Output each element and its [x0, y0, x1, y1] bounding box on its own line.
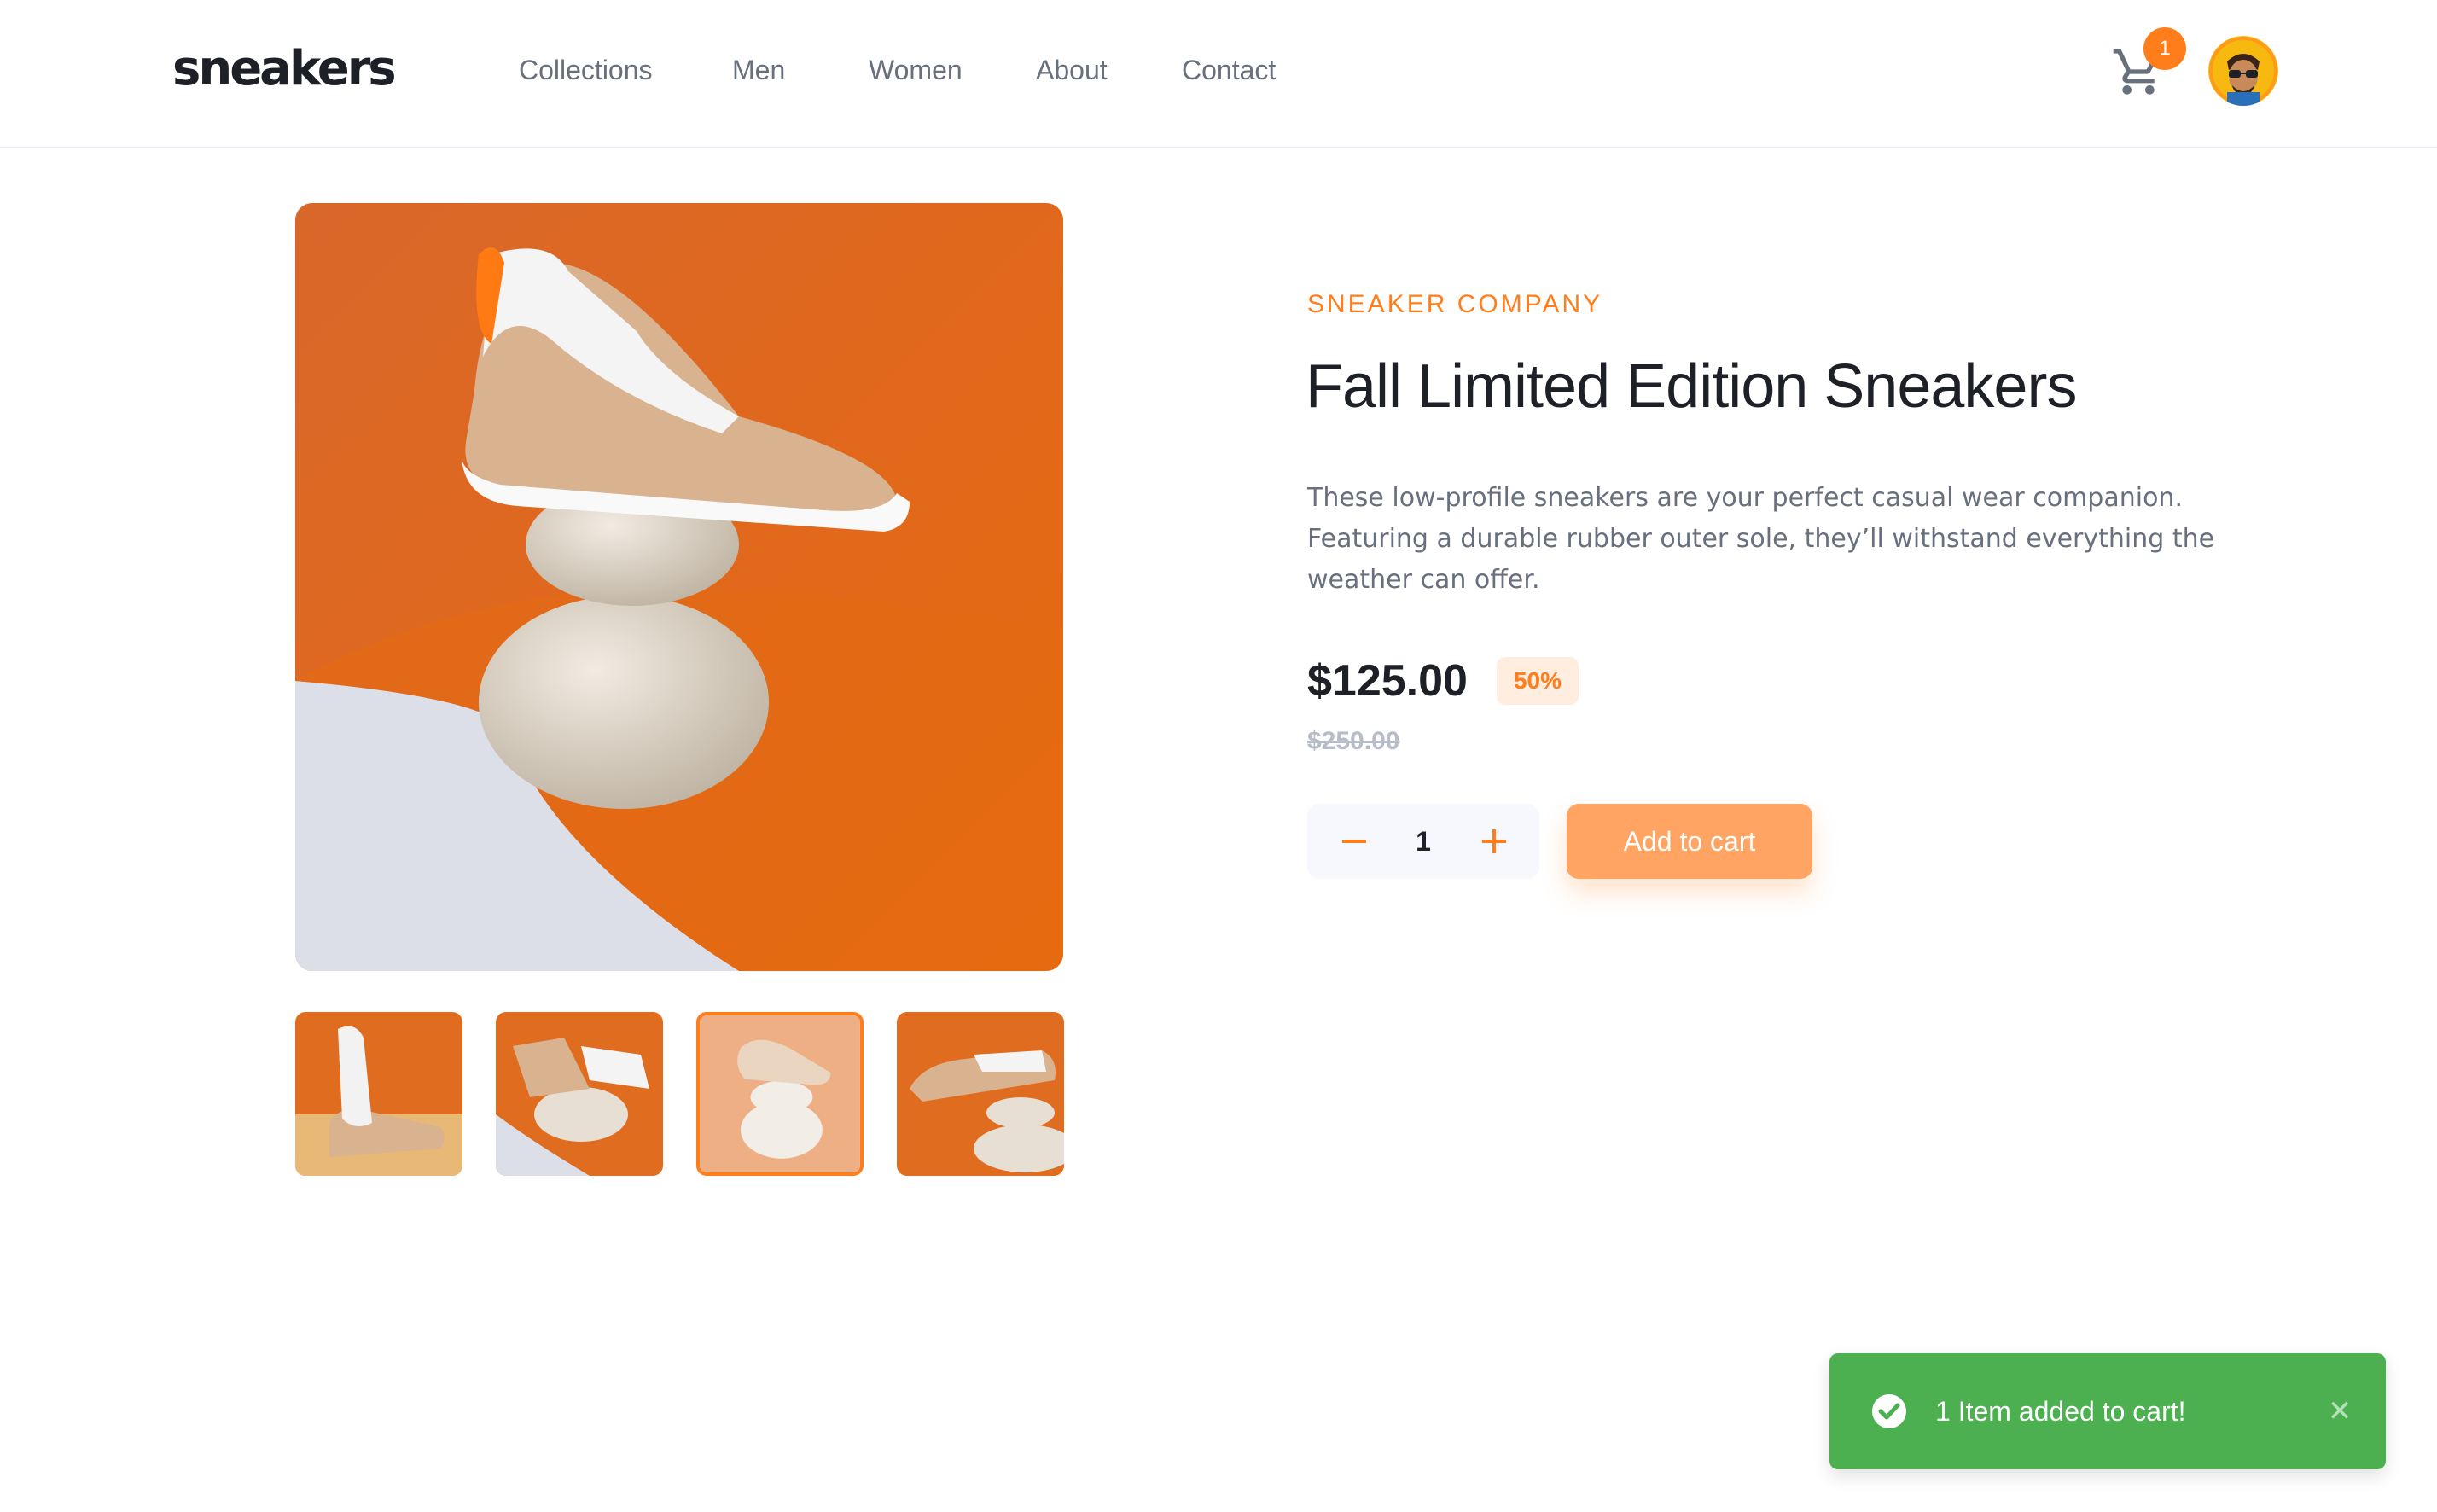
quantity-stepper: 1 — [1307, 804, 1539, 879]
original-price: $250.00 — [1307, 727, 1400, 755]
discount-badge: 50% — [1497, 657, 1579, 705]
nav-men[interactable]: Men — [732, 55, 800, 86]
close-icon[interactable]: ✕ — [2321, 1393, 2358, 1430]
thumbnail-3[interactable] — [696, 1012, 864, 1176]
product-company: SNEAKER COMPANY — [1307, 290, 1603, 318]
product-description: These low-profile sneakers are your perf… — [1307, 483, 2215, 595]
product-title: Fall Limited Edition Sneakers — [1306, 352, 2077, 421]
thumbnail-1[interactable] — [295, 1012, 462, 1176]
nav-women[interactable]: Women — [869, 55, 968, 86]
cart-count-badge: 1 — [2143, 27, 2186, 70]
toast-message: 1 Item added to cart! — [1935, 1396, 2186, 1427]
current-price: $125.00 — [1307, 656, 1468, 706]
main-nav: Collections Men Women About Contact — [519, 55, 1344, 86]
nav-collections[interactable]: Collections — [519, 55, 664, 86]
toast-notification: 1 Item added to cart! ✕ — [1829, 1353, 2386, 1469]
logo[interactable]: sneakers — [172, 41, 397, 96]
decrease-quantity-button[interactable] — [1316, 804, 1391, 879]
avatar[interactable] — [2208, 36, 2278, 106]
product-main-image[interactable] — [295, 203, 1063, 971]
quantity-value: 1 — [1416, 826, 1431, 857]
thumbnail-2[interactable] — [496, 1012, 663, 1176]
thumbnail-active-overlay — [700, 1015, 860, 1172]
nav-about[interactable]: About — [1036, 55, 1114, 86]
nav-contact[interactable]: Contact — [1182, 55, 1276, 86]
thumbnail-4[interactable] — [897, 1012, 1064, 1176]
add-to-cart-button[interactable]: Add to cart — [1567, 804, 1812, 879]
minus-icon — [1342, 840, 1366, 843]
check-circle-icon — [1872, 1394, 1906, 1428]
increase-quantity-button[interactable] — [1456, 804, 1531, 879]
site-header: sneakers Collections Men Women About Con… — [0, 0, 2437, 148]
plus-icon — [1482, 829, 1506, 853]
